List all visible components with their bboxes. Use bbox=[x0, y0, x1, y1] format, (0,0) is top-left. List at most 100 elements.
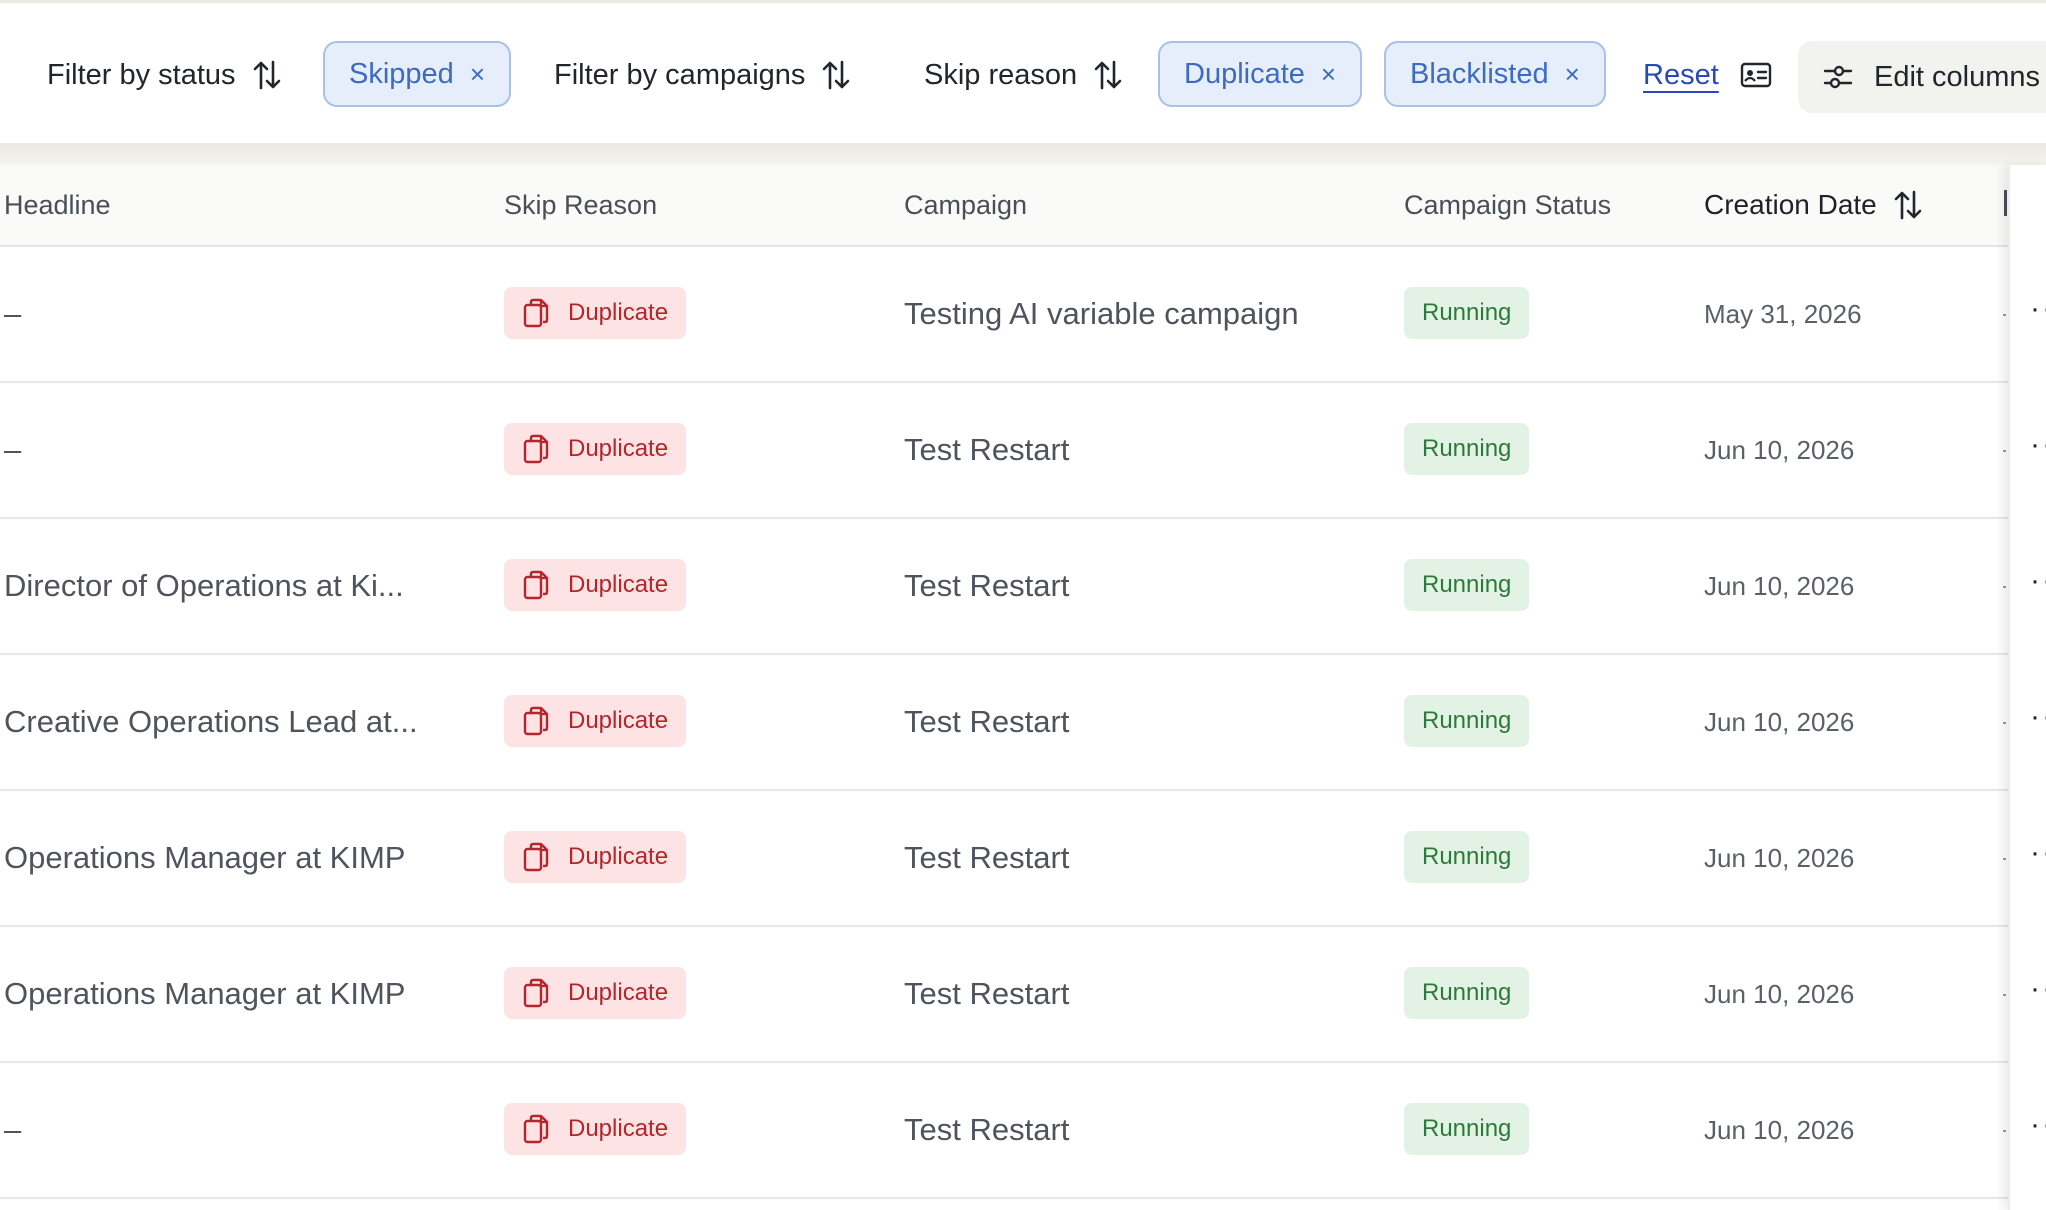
campaign-text: Test Restart bbox=[904, 976, 1070, 1011]
reset-filters-link[interactable]: Reset bbox=[1643, 45, 1719, 105]
table-row[interactable]: – Duplicate Test Restart Running Jun 10,… bbox=[0, 383, 2046, 519]
filter-by-status-label: Filter by status bbox=[47, 58, 236, 91]
headline-text: Director of Operations at Ki... bbox=[4, 568, 404, 603]
campaign-cell[interactable]: Test Restart bbox=[904, 519, 1384, 653]
filter-by-campaigns[interactable]: Filter by campaigns bbox=[554, 45, 851, 105]
campaign-text: Test Restart bbox=[904, 704, 1070, 739]
date-text: May 31, 2026 bbox=[1704, 298, 1862, 329]
headline-cell: Director of Operations at Ki... bbox=[4, 519, 444, 653]
date-text: Jun 10, 2026 bbox=[1704, 570, 1855, 601]
campaign-cell[interactable]: Test Restart bbox=[904, 791, 1384, 925]
edit-columns-label: Edit columns bbox=[1874, 60, 2041, 93]
close-icon[interactable]: × bbox=[1565, 61, 1580, 87]
campaign-text: Test Restart bbox=[904, 432, 1070, 467]
campaign-text: Testing AI variable campaign bbox=[904, 296, 1299, 331]
column-header-headline[interactable]: Headline bbox=[4, 165, 111, 245]
copy-icon bbox=[523, 706, 549, 736]
creation-date-cell: May 31, 2026 bbox=[1704, 247, 1964, 381]
column-header-campaign[interactable]: Campaign bbox=[904, 165, 1027, 245]
status-text: Running bbox=[1422, 435, 1512, 462]
sort-arrows-icon bbox=[253, 60, 280, 90]
skip-reason-text: Duplicate bbox=[568, 843, 669, 870]
column-header-skip-reason[interactable]: Skip Reason bbox=[504, 165, 657, 245]
campaign-cell[interactable]: Test Restart bbox=[904, 927, 1384, 1061]
skip-reason-badge: Duplicate bbox=[504, 1103, 687, 1155]
sliders-icon bbox=[1823, 65, 1853, 89]
skip-reason-text: Duplicate bbox=[568, 299, 669, 326]
campaign-status-badge: Running bbox=[1404, 967, 1530, 1019]
campaign-cell[interactable]: Test Restart bbox=[904, 1063, 1384, 1197]
campaign-cell[interactable]: Test Restart bbox=[904, 383, 1384, 517]
close-icon[interactable]: × bbox=[470, 61, 485, 87]
creation-date-cell: Jun 10, 2026 bbox=[1704, 791, 1964, 925]
close-icon[interactable]: × bbox=[1321, 61, 1336, 87]
headline-cell: – bbox=[4, 247, 444, 381]
skip-chip-duplicate[interactable]: Duplicate × bbox=[1158, 41, 1363, 107]
truncated-cell-mark bbox=[2003, 722, 2006, 724]
table-row[interactable]: Creative Operations Lead at... Duplicate… bbox=[0, 655, 2046, 791]
skip-reason-badge: Duplicate bbox=[504, 695, 687, 747]
creation-date-cell: Jun 10, 2026 bbox=[1704, 1063, 1964, 1197]
table-row[interactable]: Director of Operations at Ki... Duplicat… bbox=[0, 519, 2046, 655]
skip-reason-text: Duplicate bbox=[568, 571, 669, 598]
status-chip-skipped[interactable]: Skipped × bbox=[323, 41, 511, 107]
skipped-leads-table: Headline Skip Reason Campaign Campaign S… bbox=[0, 165, 2046, 1199]
date-text: Jun 10, 2026 bbox=[1704, 842, 1855, 873]
truncated-cell-mark bbox=[2003, 314, 2006, 316]
campaign-status-badge: Running bbox=[1404, 831, 1530, 883]
row-more-actions-icon[interactable]: ·· bbox=[2030, 564, 2046, 598]
filter-by-status[interactable]: Filter by status bbox=[47, 45, 282, 105]
row-more-actions-icon[interactable]: ·· bbox=[2030, 428, 2046, 462]
skip-chip-label: Duplicate bbox=[1184, 57, 1305, 90]
skip-reason-badge: Duplicate bbox=[504, 831, 687, 883]
filter-by-campaigns-label: Filter by campaigns bbox=[554, 58, 806, 91]
campaign-status-badge: Running bbox=[1404, 695, 1530, 747]
campaign-status-badge: Running bbox=[1404, 559, 1530, 611]
headline-text: Operations Manager at KIMP bbox=[4, 840, 406, 875]
skip-reason-badge: Duplicate bbox=[504, 287, 687, 339]
column-header-creation-date[interactable]: Creation Date bbox=[1704, 165, 1923, 245]
headline-text: Operations Manager at KIMP bbox=[4, 976, 406, 1011]
sort-arrows-icon bbox=[1094, 60, 1122, 90]
row-more-actions-icon[interactable]: ·· bbox=[2030, 836, 2046, 870]
date-text: Jun 10, 2026 bbox=[1704, 434, 1855, 465]
copy-icon bbox=[523, 978, 549, 1008]
row-more-actions-icon[interactable]: ·· bbox=[2030, 700, 2046, 734]
creation-date-cell: Jun 10, 2026 bbox=[1704, 383, 1964, 517]
filter-by-skip-reason[interactable]: Skip reason bbox=[924, 45, 1123, 105]
filter-bar-divider bbox=[0, 143, 2046, 165]
skip-reason-text: Duplicate bbox=[568, 979, 669, 1006]
headline-text: Creative Operations Lead at... bbox=[4, 704, 418, 739]
campaign-cell[interactable]: Test Restart bbox=[904, 655, 1384, 789]
truncated-cell-mark bbox=[2003, 994, 2006, 996]
status-text: Running bbox=[1422, 979, 1512, 1006]
skip-reason-badge: Duplicate bbox=[504, 559, 687, 611]
creation-date-cell: Jun 10, 2026 bbox=[1704, 519, 1964, 653]
column-header-partial bbox=[2004, 190, 2007, 216]
table-row[interactable]: Operations Manager at KIMP Duplicate Tes… bbox=[0, 791, 2046, 927]
table-row[interactable]: – Duplicate Test Restart Running Jun 10,… bbox=[0, 1063, 2046, 1199]
status-text: Running bbox=[1422, 1115, 1512, 1142]
copy-icon bbox=[523, 570, 549, 600]
skip-reason-badge: Duplicate bbox=[504, 423, 687, 475]
edit-columns-button[interactable]: Edit columns bbox=[1798, 41, 2046, 113]
headline-cell: – bbox=[4, 383, 444, 517]
campaign-status-badge: Running bbox=[1404, 1103, 1530, 1155]
campaign-cell[interactable]: Testing AI variable campaign bbox=[904, 247, 1384, 381]
headline-cell: Operations Manager at KIMP bbox=[4, 791, 444, 925]
date-text: Jun 10, 2026 bbox=[1704, 706, 1855, 737]
column-header-campaign-status[interactable]: Campaign Status bbox=[1404, 165, 1611, 245]
headline-cell: Creative Operations Lead at... bbox=[4, 655, 444, 789]
date-text: Jun 10, 2026 bbox=[1704, 1114, 1855, 1145]
status-text: Running bbox=[1422, 843, 1512, 870]
table-row[interactable]: Operations Manager at KIMP Duplicate Tes… bbox=[0, 927, 2046, 1063]
skip-chip-blacklisted[interactable]: Blacklisted × bbox=[1384, 41, 1606, 107]
id-card-icon[interactable] bbox=[1740, 61, 1772, 89]
truncated-cell-mark bbox=[2003, 1130, 2006, 1132]
sort-arrows-icon[interactable] bbox=[1893, 189, 1923, 221]
row-more-actions-icon[interactable]: ·· bbox=[2030, 1108, 2046, 1142]
row-more-actions-icon[interactable]: ·· bbox=[2030, 292, 2046, 326]
filter-bar: Filter by status Skipped × Filter by cam… bbox=[0, 3, 2046, 143]
row-more-actions-icon[interactable]: ·· bbox=[2030, 972, 2046, 1006]
table-row[interactable]: – Duplicate Testing AI variable campaign… bbox=[0, 247, 2046, 383]
